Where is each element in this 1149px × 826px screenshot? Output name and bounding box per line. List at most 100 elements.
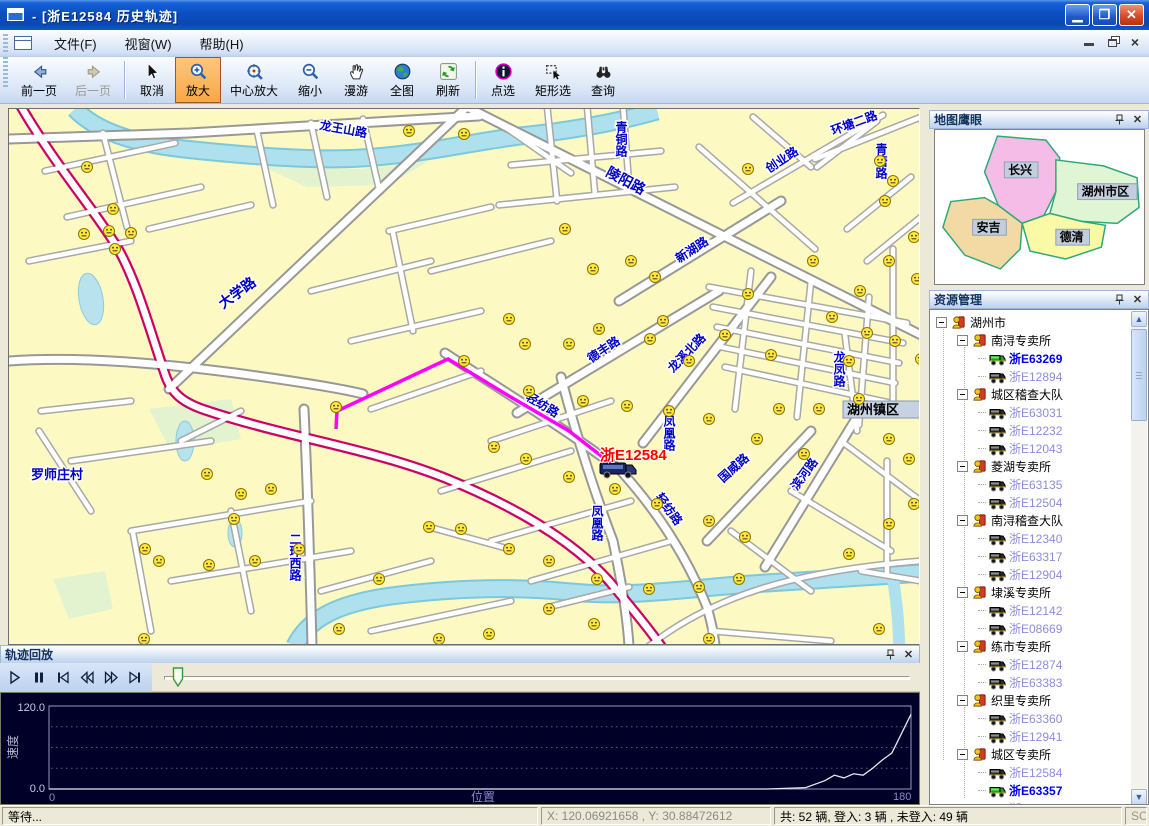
vehicle-smiley-marker[interactable] [520,339,531,350]
vehicle-smiley-marker[interactable] [704,516,715,527]
vehicle-smiley-marker[interactable] [564,339,575,350]
vehicle-smiley-marker[interactable] [704,634,715,645]
expander-icon[interactable] [936,317,947,328]
vehicle-smiley-marker[interactable] [844,356,855,367]
vehicle-smiley-marker[interactable] [622,401,633,412]
tree-vehicle-浙E12043[interactable]: 浙E12043 [930,439,1130,457]
menu-item-0[interactable]: 文件(F) [40,30,111,57]
vehicle-smiley-marker[interactable] [424,522,435,533]
vehicle-smiley-marker[interactable] [884,256,895,267]
vehicle-smiley-marker[interactable] [814,404,825,415]
tree-group-5[interactable]: 练市专卖所 [930,637,1130,655]
vehicle-smiley-marker[interactable] [658,316,669,327]
close-panel-icon[interactable]: ✕ [1131,293,1144,306]
close-panel-icon[interactable]: ✕ [902,648,915,661]
vehicle-smiley-marker[interactable] [504,544,515,555]
vehicle-smiley-marker[interactable] [644,584,655,595]
map-canvas[interactable]: 龙王山路青铜路陵阳路创业路环塘二路青塘路新湖路大学路德丰路龙溪北路轻纺路轻纺路凤… [8,108,920,645]
pin-icon[interactable] [1114,113,1127,126]
vehicle-smiley-marker[interactable] [912,274,921,285]
vehicle-smiley-marker[interactable] [855,286,866,297]
vehicle-smiley-marker[interactable] [459,356,470,367]
vehicle-smiley-marker[interactable] [229,514,240,525]
vehicle-smiley-marker[interactable] [236,489,247,500]
toolbar-button-binoculars[interactable]: 查询 [580,57,626,103]
vehicle-smiley-marker[interactable] [544,556,555,567]
pin-icon[interactable] [1114,293,1127,306]
vehicle-smiley-marker[interactable] [704,414,715,425]
restore-button[interactable]: ❐ [1092,4,1117,26]
vehicle-smiley-marker[interactable] [752,434,763,445]
vehicle-smiley-marker[interactable] [766,350,777,361]
vehicle-smiley-marker[interactable] [844,549,855,560]
toolbar-button-zoom-out[interactable]: 缩小 [287,57,333,103]
vehicle-smiley-marker[interactable] [139,634,150,645]
vehicle-smiley-marker[interactable] [884,519,895,530]
toolbar-button-arrow-left[interactable]: 前一页 [12,57,66,103]
vehicle-smiley-marker[interactable] [827,312,838,323]
playback-pause-button[interactable] [28,668,49,688]
vehicle-smiley-marker[interactable] [589,619,600,630]
vehicle-smiley-marker[interactable] [504,314,515,325]
vehicle-smiley-marker[interactable] [592,574,603,585]
vehicle-smiley-marker[interactable] [204,560,215,571]
tree-group-0[interactable]: 南浔专卖所 [930,331,1130,349]
tree-group-4[interactable]: 埭溪专卖所 [930,583,1130,601]
mdi-restore-icon[interactable] [1108,39,1117,47]
tracked-vehicle-truck[interactable]: 浙E12584 [600,446,667,478]
tree-vehicle-浙E12874[interactable]: 浙E12874 [930,655,1130,673]
vehicle-smiley-marker[interactable] [888,176,899,187]
toolbar-button-pan-hand[interactable]: 漫游 [333,57,379,103]
vehicle-smiley-marker[interactable] [434,634,445,645]
vehicle-smiley-marker[interactable] [684,356,695,367]
playback-rewind-button[interactable] [76,668,97,688]
tree-vehicle-浙E08669[interactable]: 浙E08669 [930,619,1130,637]
vehicle-smiley-marker[interactable] [890,336,901,347]
toolbar-button-rect-select[interactable]: 矩形选 [526,57,580,103]
vehicle-smiley-marker[interactable] [588,264,599,275]
tree-group-1[interactable]: 城区稽查大队 [930,385,1130,403]
expander-icon[interactable] [957,641,968,652]
tree-scrollbar[interactable]: ▲ ▼ [1131,311,1147,805]
close-panel-icon[interactable]: ✕ [1131,113,1144,126]
tracked-vehicle-marker[interactable]: 浙E12584 [600,446,667,478]
expander-icon[interactable] [957,461,968,472]
vehicle-smiley-marker[interactable] [743,164,754,175]
tree-vehicle-浙E63135[interactable]: 浙E63135 [930,475,1130,493]
vehicle-smiley-marker[interactable] [266,484,277,495]
vehicle-smiley-marker[interactable] [108,204,119,215]
vehicle-smiley-marker[interactable] [650,272,661,283]
tree-vehicle-浙E12941[interactable]: 浙E12941 [930,727,1130,745]
vehicle-smiley-marker[interactable] [104,226,115,237]
playback-slider-thumb[interactable] [172,667,184,687]
scroll-down-icon[interactable]: ▼ [1131,789,1147,805]
vehicle-smiley-marker[interactable] [884,434,895,445]
vehicle-smiley-marker[interactable] [334,624,345,635]
playback-skip-start-button[interactable] [52,668,73,688]
playback-play-button[interactable] [4,668,25,688]
tree-vehicle-浙E12142[interactable]: 浙E12142 [930,601,1130,619]
panel-splitter[interactable] [921,108,929,805]
vehicle-smiley-marker[interactable] [110,244,121,255]
toolbar-button-globe[interactable]: 全图 [379,57,425,103]
tree-vehicle-浙E63269[interactable]: 浙E63269 [930,349,1130,367]
vehicle-smiley-marker[interactable] [626,256,637,267]
expander-icon[interactable] [957,749,968,760]
toolbar-button-cursor[interactable]: 取消 [129,57,175,103]
tree-vehicle-浙E12340[interactable]: 浙E12340 [930,529,1130,547]
vehicle-smiley-marker[interactable] [578,396,589,407]
toolbar-button-zoom-in[interactable]: 放大 [175,57,221,103]
vehicle-smiley-marker[interactable] [904,454,915,465]
tree-group-6[interactable]: 织里专卖所 [930,691,1130,709]
menu-item-1[interactable]: 视窗(W) [111,30,186,57]
vehicle-smiley-marker[interactable] [564,472,575,483]
vehicle-smiley-marker[interactable] [874,624,885,635]
vehicle-smiley-marker[interactable] [331,402,342,413]
expander-icon[interactable] [957,515,968,526]
tree-vehicle-浙E63031[interactable]: 浙E63031 [930,403,1130,421]
vehicle-smiley-marker[interactable] [743,289,754,300]
tree-vehicle-浙E12904[interactable]: 浙E12904 [930,565,1130,583]
tree-vehicle-浙E12232[interactable]: 浙E12232 [930,421,1130,439]
tree-vehicle-浙E63360[interactable]: 浙E63360 [930,709,1130,727]
vehicle-smiley-marker[interactable] [854,394,865,405]
